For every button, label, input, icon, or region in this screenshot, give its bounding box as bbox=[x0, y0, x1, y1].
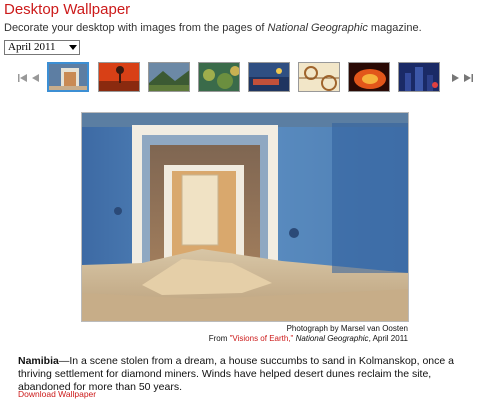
previous-icon[interactable] bbox=[30, 72, 42, 84]
source-magazine: National Geographic bbox=[295, 334, 369, 343]
subtitle-magazine: National Geographic bbox=[267, 22, 368, 34]
description-text: —In a scene stolen from a dream, a house… bbox=[18, 355, 454, 393]
thumbnail-coral-reef[interactable] bbox=[198, 62, 240, 92]
thumbnail-namibia-doorway[interactable] bbox=[47, 62, 89, 92]
thumbnail-red-sunset[interactable] bbox=[98, 62, 140, 92]
page-title: Desktop Wallpaper bbox=[4, 1, 131, 18]
month-select[interactable]: April 2011 bbox=[4, 40, 80, 55]
thumbnail-coastal-night[interactable] bbox=[248, 62, 290, 92]
thumbnail-volcano-glow[interactable] bbox=[348, 62, 390, 92]
source-date: , April 2011 bbox=[368, 334, 408, 343]
wallpaper-image bbox=[81, 112, 409, 322]
chevron-down-icon bbox=[69, 45, 77, 50]
subtitle-prefix: Decorate your desktop with images from t… bbox=[4, 22, 268, 34]
page-subtitle: Decorate your desktop with images from t… bbox=[4, 22, 422, 34]
source-prefix: From bbox=[208, 334, 230, 343]
description-place: Namibia bbox=[18, 355, 59, 367]
first-page-icon[interactable] bbox=[17, 72, 29, 84]
source-credit: From "Visions of Earth," National Geogra… bbox=[209, 334, 408, 344]
thumbnail-mountain-valley[interactable] bbox=[148, 62, 190, 92]
next-icon[interactable] bbox=[449, 72, 461, 84]
last-page-icon[interactable] bbox=[462, 72, 474, 84]
photographer-credit: Photograph by Marsel van Oosten bbox=[286, 324, 408, 333]
subtitle-suffix: magazine. bbox=[367, 22, 422, 34]
month-select-value: April 2011 bbox=[8, 41, 56, 53]
photo-credit: Photograph by Marsel van Oosten From "Vi… bbox=[209, 324, 408, 344]
thumbnail-woven-pattern[interactable] bbox=[298, 62, 340, 92]
download-wallpaper-link[interactable]: Download Wallpaper bbox=[18, 389, 96, 399]
visions-of-earth-link[interactable]: "Visions of Earth," bbox=[230, 334, 294, 343]
thumbnail-city-lights[interactable] bbox=[398, 62, 440, 92]
